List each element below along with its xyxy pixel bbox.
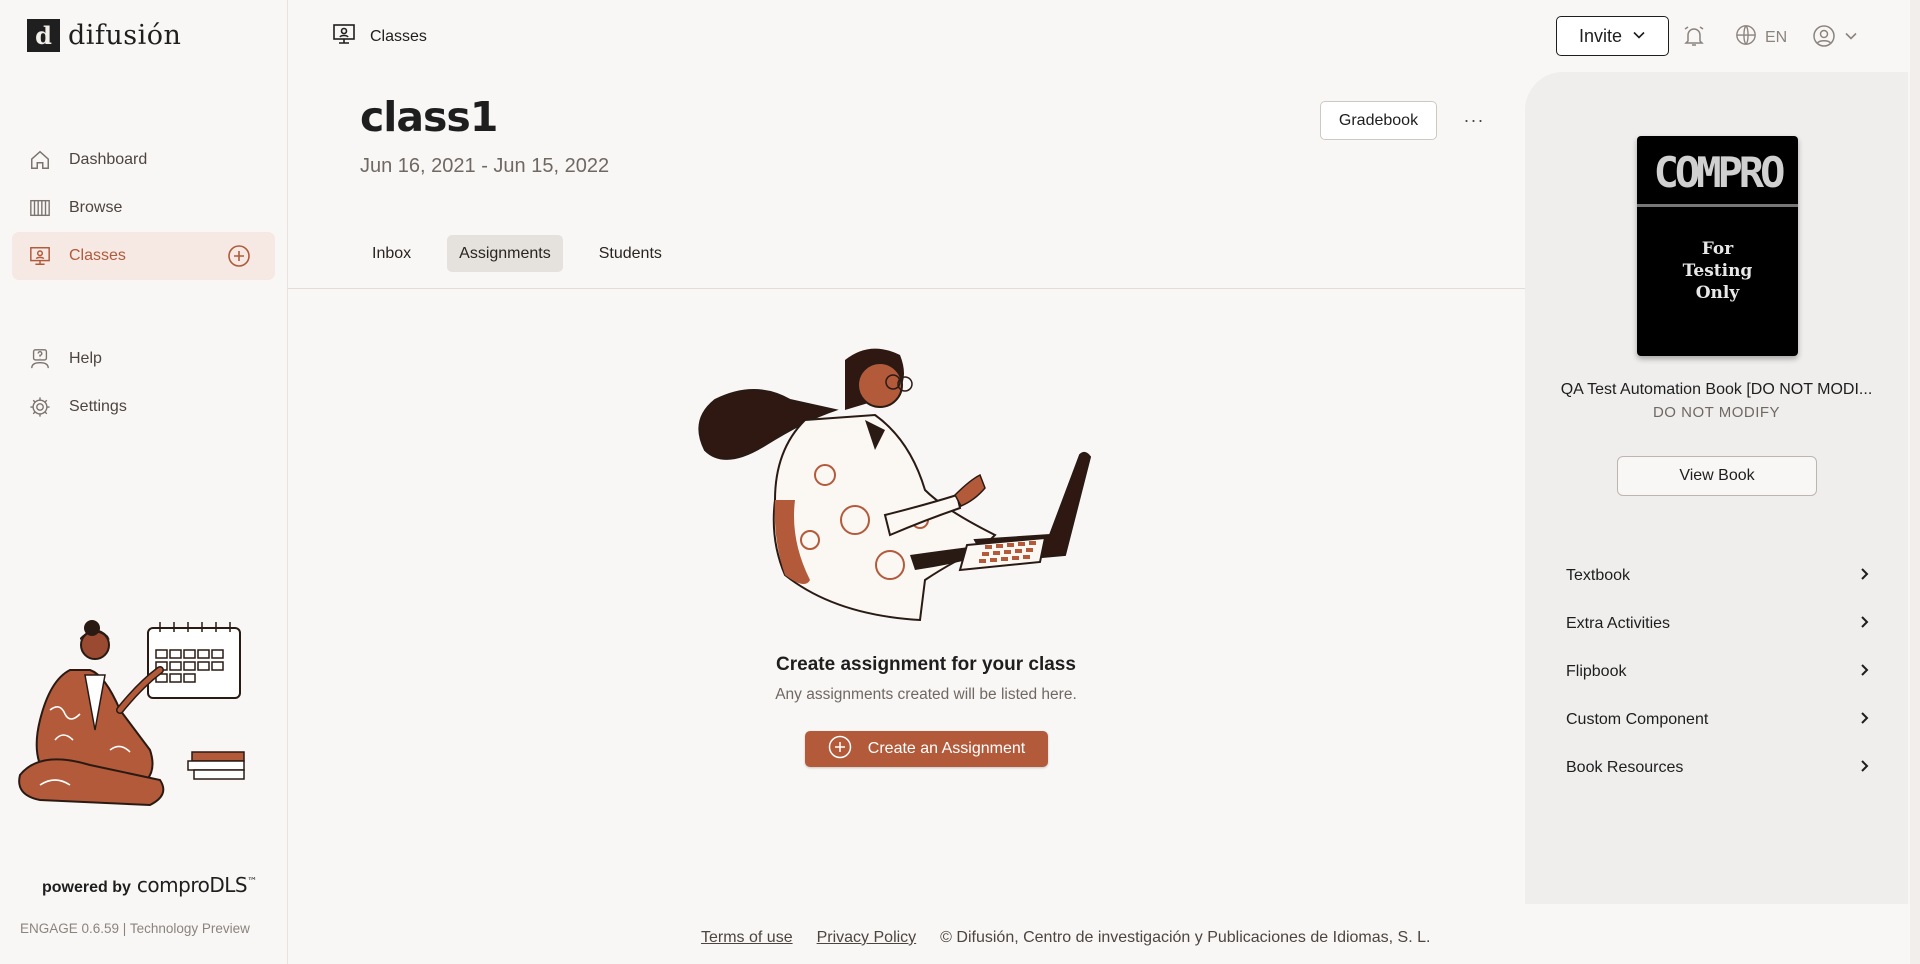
sidebar-item-browse[interactable]: Browse xyxy=(12,184,275,232)
empty-state-subtitle: Any assignments created will be listed h… xyxy=(775,686,1077,703)
classroom-icon xyxy=(332,22,356,51)
comprodls-logo: comproDLS™ xyxy=(137,873,257,897)
user-avatar-icon xyxy=(1812,24,1836,53)
book-cover-line: For xyxy=(1701,239,1734,259)
copyright-text: © Difusión, Centro de investigación y Pu… xyxy=(940,929,1431,946)
tab-inbox[interactable]: Inbox xyxy=(360,235,423,272)
globe-icon xyxy=(1735,24,1757,51)
book-panel: COMPRO For Testing Only QA Test Automati… xyxy=(1525,72,1908,904)
language-code: EN xyxy=(1765,28,1788,46)
difusion-logo[interactable]: d difusión xyxy=(27,19,181,52)
book-item-custom-component[interactable]: Custom Component xyxy=(1566,696,1871,744)
empty-state-title: Create assignment for your class xyxy=(776,654,1076,675)
page-title: class1 xyxy=(360,93,498,141)
chevron-right-icon xyxy=(1857,711,1871,730)
book-item-label: Flipbook xyxy=(1566,663,1627,680)
create-assignment-button[interactable]: Create an Assignment xyxy=(805,731,1048,767)
secondary-nav: Help Settings xyxy=(12,335,275,431)
chevron-right-icon xyxy=(1857,663,1871,682)
book-item-textbook[interactable]: Textbook xyxy=(1566,552,1871,600)
logo-mark: d xyxy=(27,19,60,52)
class-tabs: Inbox Assignments Students xyxy=(360,235,674,272)
sidebar-item-label: Settings xyxy=(69,398,127,415)
gear-icon xyxy=(28,395,52,419)
book-item-extra-activities[interactable]: Extra Activities xyxy=(1566,600,1871,648)
class-dates: Jun 16, 2021 - Jun 15, 2022 xyxy=(360,155,610,177)
sidebar-item-settings[interactable]: Settings xyxy=(12,383,275,431)
book-note: DO NOT MODIFY xyxy=(1652,404,1781,421)
help-icon xyxy=(28,347,52,371)
book-cover-line: Testing xyxy=(1682,261,1753,281)
book-components-list: Textbook Extra Activities Flipbook Custo… xyxy=(1566,552,1871,792)
logo-text: difusión xyxy=(68,20,182,51)
version-text: ENGAGE 0.6.59 | Technology Preview xyxy=(20,921,250,936)
chevron-right-icon xyxy=(1857,567,1871,586)
empty-state-illustration xyxy=(698,348,1092,622)
sidebar-item-classes[interactable]: Classes xyxy=(12,232,275,280)
main-nav: Dashboard Browse Classes xyxy=(12,136,275,280)
sidebar-item-dashboard[interactable]: Dashboard xyxy=(12,136,275,184)
bell-icon[interactable] xyxy=(1682,24,1706,48)
book-cover-line: Only xyxy=(1695,283,1740,303)
book-cover-title: COMPRO xyxy=(1653,148,1786,197)
language-selector[interactable]: EN xyxy=(1735,24,1787,51)
privacy-link[interactable]: Privacy Policy xyxy=(817,929,917,947)
book-name: QA Test Automation Book [DO NOT MODI... xyxy=(1560,381,1873,398)
tabs-divider xyxy=(288,288,1525,289)
powered-prefix: powered by xyxy=(42,879,131,896)
chevron-right-icon xyxy=(1857,759,1871,778)
book-item-flipbook[interactable]: Flipbook xyxy=(1566,648,1871,696)
tab-students[interactable]: Students xyxy=(587,235,674,272)
powered-by: powered by comproDLS™ xyxy=(42,873,257,897)
gradebook-button[interactable]: Gradebook xyxy=(1320,101,1437,140)
book-cover[interactable]: COMPRO For Testing Only xyxy=(1637,136,1798,356)
view-book-button[interactable]: View Book xyxy=(1617,456,1817,496)
comprodls-brand: comproDLS xyxy=(136,873,248,897)
sidebar-illustration xyxy=(18,620,245,807)
classroom-icon xyxy=(28,244,52,268)
book-cover-subtitle: For Testing Only xyxy=(1637,238,1798,304)
chevron-right-icon xyxy=(1857,615,1871,634)
book-item-label: Book Resources xyxy=(1566,759,1684,776)
home-icon xyxy=(28,148,52,172)
sidebar-item-label: Dashboard xyxy=(69,151,148,168)
create-assignment-label: Create an Assignment xyxy=(867,740,1026,757)
book-item-label: Custom Component xyxy=(1566,711,1709,728)
tab-assignments[interactable]: Assignments xyxy=(447,235,563,272)
book-cover-rule xyxy=(1637,204,1798,207)
user-menu[interactable] xyxy=(1812,24,1858,53)
chevron-down-icon xyxy=(1844,29,1858,48)
page-scrollbar[interactable] xyxy=(1910,0,1920,964)
book-item-book-resources[interactable]: Book Resources xyxy=(1566,744,1871,792)
sidebar-item-help[interactable]: Help xyxy=(12,335,275,383)
terms-link[interactable]: Terms of use xyxy=(701,929,793,947)
book-item-label: Textbook xyxy=(1566,567,1631,584)
chevron-down-icon xyxy=(1632,26,1646,47)
more-options-icon[interactable]: ··· xyxy=(1460,108,1488,132)
books-icon xyxy=(28,196,52,220)
sidebar-item-label: Help xyxy=(69,350,102,367)
sidebar-item-label: Browse xyxy=(69,199,123,216)
sidebar-item-label: Classes xyxy=(69,247,126,264)
trademark: ™ xyxy=(247,876,257,888)
plus-circle-icon xyxy=(828,735,852,764)
footer: Terms of use Privacy Policy © Difusión, … xyxy=(701,929,1430,947)
sidebar: d difusión Dashboard Browse Classes Help… xyxy=(0,0,288,964)
invite-label: Invite xyxy=(1578,25,1623,46)
breadcrumb-classes[interactable]: Classes xyxy=(370,28,427,46)
book-item-label: Extra Activities xyxy=(1566,615,1671,632)
add-class-icon[interactable] xyxy=(227,244,251,268)
invite-button[interactable]: Invite xyxy=(1556,16,1669,56)
breadcrumb: Classes xyxy=(332,22,427,51)
